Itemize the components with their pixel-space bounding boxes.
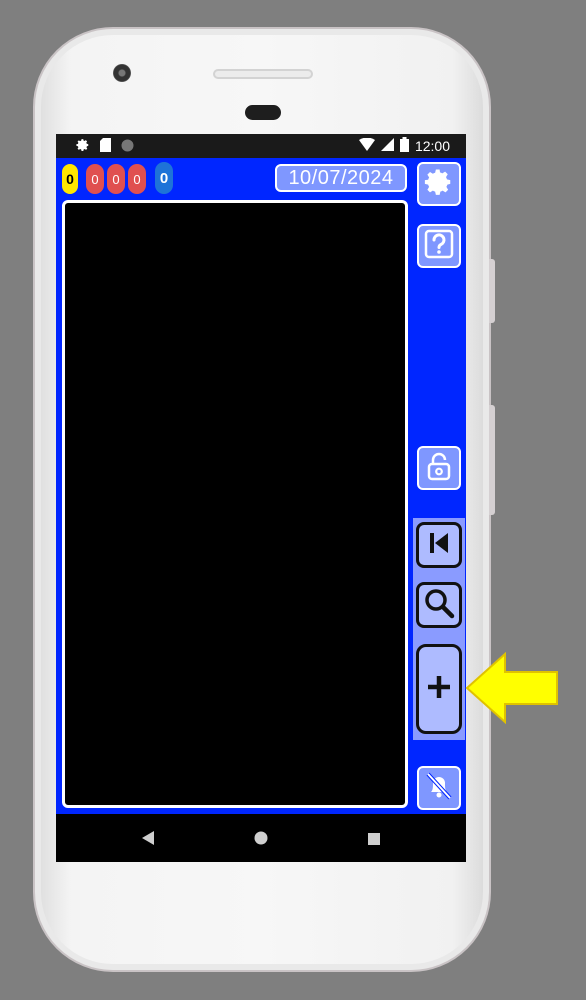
skip-back-icon <box>424 528 454 563</box>
screen: 12:00 0 0 0 0 0 10/07/2024 <box>56 134 466 862</box>
status-bar: 12:00 <box>56 134 466 158</box>
help-icon <box>424 229 454 264</box>
navigation-bar <box>56 814 466 862</box>
front-camera <box>113 64 131 82</box>
signal-icon <box>380 138 394 154</box>
unlock-button[interactable] <box>417 446 461 490</box>
dot-icon <box>121 139 134 157</box>
volume-button <box>489 259 495 323</box>
skip-back-button[interactable] <box>416 522 462 568</box>
search-icon <box>423 587 455 624</box>
clock: 12:00 <box>414 138 450 154</box>
back-icon[interactable] <box>142 831 154 850</box>
counter-blue: 0 <box>155 162 173 194</box>
search-button[interactable] <box>416 582 462 628</box>
settings-icon <box>424 167 454 202</box>
settings-status-icon <box>76 138 90 157</box>
help-button[interactable] <box>417 224 461 268</box>
sdcard-icon <box>100 138 111 157</box>
counter-yellow: 0 <box>62 164 78 194</box>
counter-red-1: 0 <box>86 164 104 194</box>
home-icon[interactable] <box>254 831 268 850</box>
battery-icon <box>399 137 409 155</box>
earpiece-speaker <box>213 69 313 79</box>
add-button[interactable] <box>416 644 462 734</box>
game-board[interactable] <box>62 200 408 808</box>
mute-button[interactable] <box>417 766 461 810</box>
arrow-icon <box>465 651 560 729</box>
app-area: 0 0 0 0 0 10/07/2024 <box>56 158 466 814</box>
settings-button[interactable] <box>417 162 461 206</box>
plus-icon <box>426 674 452 705</box>
date-display[interactable]: 10/07/2024 <box>275 164 407 192</box>
bell-off-icon <box>423 770 455 807</box>
proximity-sensor <box>245 105 281 120</box>
counter-red-3: 0 <box>128 164 146 194</box>
wifi-icon <box>358 137 375 154</box>
counter-red-2: 0 <box>107 164 125 194</box>
power-button <box>489 405 495 515</box>
recents-icon[interactable] <box>368 832 380 850</box>
unlock-icon <box>424 451 454 486</box>
